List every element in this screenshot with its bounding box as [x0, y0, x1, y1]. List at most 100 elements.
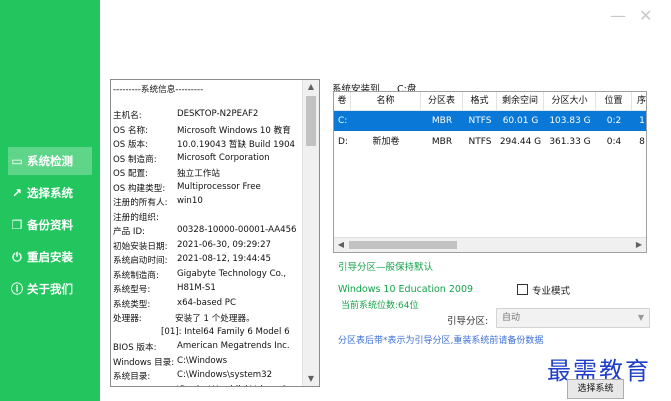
- system-info-key: OS 构建类型:: [113, 183, 166, 194]
- partition-cell: 361.33 G: [549, 137, 591, 147]
- partition-cell: C:: [338, 116, 348, 126]
- scroll-up-icon[interactable]: ▲: [303, 80, 319, 94]
- system-info-key: 系统型号:: [113, 285, 151, 295]
- nav-backup-data[interactable]: ❐ 备份资料: [8, 211, 92, 239]
- nav-backup-data-label: 备份资料: [27, 218, 73, 232]
- nav-select-system[interactable]: ↗ 选择系统: [8, 179, 92, 207]
- system-info-key: 系统制造商:: [113, 270, 159, 281]
- system-info-key: 处理器:: [113, 314, 142, 324]
- system-info-key: 系统启动时间:: [113, 256, 168, 266]
- partition-row[interactable]: C: MBR NTFS 60.01 G 103.83 G 0:2 1: [334, 111, 646, 131]
- system-info-scrollbar[interactable]: ▲ ▼: [302, 80, 319, 386]
- scrollbar-thumb[interactable]: [306, 96, 316, 146]
- partition-cell: 0:2: [606, 116, 622, 126]
- chevron-down-icon: ▼: [637, 313, 644, 322]
- system-info-value: 2021-06-30, 09:29:27: [177, 239, 272, 250]
- partition-table-hscrollbar[interactable]: ◀ ▶: [334, 237, 646, 252]
- partition-table[interactable]: ◀ ▶ 卷名称 分区表 格式 剩余空间 分区大小 位置序 C: MBR NTFS 60.01 G 1…: [333, 91, 647, 253]
- partition-cell: MBR: [431, 116, 453, 126]
- boot-partition-select[interactable]: 自动 ▼: [496, 308, 650, 328]
- system-info-value: [01]: Intel64 Family 6 Model 6: [161, 326, 290, 337]
- boot-partition-label: 引导分区:: [447, 316, 489, 327]
- system-info-key: 注册的所有人:: [113, 198, 168, 208]
- select-system-button[interactable]: 选择系统: [567, 379, 624, 399]
- partition-cell: NTFS: [468, 137, 492, 147]
- scroll-right-icon[interactable]: ▶: [632, 238, 646, 252]
- system-info-key: 产品 ID:: [113, 227, 145, 237]
- system-info-key: 系统目录:: [113, 372, 151, 382]
- system-info-value: Microsoft Corporation: [177, 152, 270, 163]
- boot-partition-value: 自动: [502, 313, 521, 323]
- system-info-value: American Megatrends Inc.: [177, 341, 290, 351]
- partition-row[interactable]: D: 新加卷 MBR NTFS 294.44 G 361.33 G 0:4 8: [334, 132, 646, 152]
- info-icon: ⓘ: [10, 282, 23, 296]
- partition-cell: 8: [639, 137, 645, 147]
- partition-note: 分区表后带*表示为引导分区,重装系统前请备份数据: [338, 336, 544, 346]
- os-version-text: Windows 10 Education 2009: [338, 284, 474, 295]
- system-info-value: x64-based PC: [177, 297, 236, 308]
- system-info-key: OS 名称:: [113, 125, 149, 136]
- system-info-key: OS 制造商:: [113, 154, 157, 165]
- column-header[interactable]: 剩余空间: [497, 92, 544, 111]
- system-info-value: Microsoft Windows 10 教育: [177, 125, 291, 136]
- nav-about-us-label: 关于我们: [27, 282, 73, 296]
- partition-cell: NTFS: [468, 116, 492, 126]
- system-info-panel[interactable]: ---------系统信息--------- 主机名: DESKTOP-N2PEA…: [110, 79, 320, 387]
- column-header[interactable]: 位置: [596, 92, 632, 111]
- copy-icon: ❐: [11, 218, 23, 232]
- system-info-key: 初始安装日期:: [113, 241, 168, 252]
- expert-mode-checkbox[interactable]: 专业模式: [517, 283, 570, 297]
- nav-reboot-install[interactable]: ⏻ 重启安装: [8, 243, 92, 271]
- system-info-value: \Device\HarddiskVolume1: [177, 385, 287, 387]
- column-header[interactable]: 名称: [351, 92, 421, 111]
- nav-about-us[interactable]: ⓘ 关于我们: [8, 275, 92, 303]
- os-bits-text: 当前系统位数:64位: [341, 301, 419, 311]
- system-info-key: 主机名:: [113, 111, 142, 121]
- system-info-key: BIOS 版本:: [113, 343, 157, 353]
- system-info-value: C:\Windows\system32: [177, 370, 273, 380]
- scroll-down-icon[interactable]: ▼: [303, 372, 319, 386]
- system-info-value: DESKTOP-N2PEAF2: [177, 109, 259, 119]
- column-header[interactable]: 序: [632, 92, 646, 111]
- system-info-value: Gigabyte Technology Co.,: [177, 268, 287, 279]
- partition-cell: D:: [338, 137, 348, 147]
- column-header[interactable]: 卷: [334, 92, 351, 111]
- partition-cell: 0:4: [606, 137, 622, 147]
- hscrollbar-thumb[interactable]: [349, 241, 457, 249]
- column-header[interactable]: 分区表: [421, 92, 463, 111]
- select-arrow-icon: ↗: [11, 186, 23, 200]
- checkbox-box[interactable]: [517, 284, 528, 295]
- system-info-key: 系统类型:: [113, 299, 151, 310]
- system-info-key: 注册的组织:: [113, 212, 159, 223]
- system-info-key: 启动设备:: [113, 385, 150, 387]
- system-info-key: OS 配置:: [113, 169, 149, 179]
- close-icon[interactable]: ✕: [639, 6, 652, 25]
- partition-cell: 103.83 G: [549, 116, 591, 126]
- system-info-value: C:\Windows: [177, 355, 228, 366]
- system-info-value: 10.0.19043 暂缺 Build 1904: [177, 140, 296, 150]
- system-info-value: H81M-S1: [177, 283, 216, 293]
- monitor-icon: ▭: [11, 154, 23, 168]
- partition-cell: MBR: [431, 137, 453, 147]
- nav-system-check[interactable]: ▭ 系统检测: [8, 147, 92, 175]
- partition-cell: 新加卷: [372, 137, 400, 147]
- system-info-key: OS 版本:: [113, 140, 149, 150]
- system-info-list: ---------系统信息--------- 主机名: DESKTOP-N2PEA…: [111, 80, 301, 386]
- system-info-value: 2021-08-12, 19:44:45: [177, 254, 272, 264]
- system-info-key: Windows 目录:: [113, 357, 175, 368]
- system-info-value: 独立工作站: [177, 169, 220, 179]
- scroll-left-icon[interactable]: ◀: [334, 238, 348, 252]
- column-header[interactable]: 分区大小: [544, 92, 596, 111]
- nav-reboot-install-label: 重启安装: [27, 250, 73, 264]
- system-info-value: 安装了 1 个处理器。: [175, 314, 255, 324]
- partition-cell: 294.44 G: [499, 137, 542, 147]
- system-info-value: win10: [177, 196, 203, 206]
- power-icon: ⏻: [12, 250, 22, 264]
- nav-system-check-label: 系统检测: [27, 154, 73, 168]
- nav-select-system-label: 选择系统: [27, 186, 73, 200]
- sidebar: ▭ 系统检测 ↗ 选择系统 ❐ 备份资料 ⏻ 重启安装 ⓘ 关于我们: [0, 0, 100, 401]
- system-info-value: 00328-10000-00001-AA456: [177, 225, 297, 235]
- column-header[interactable]: 格式: [463, 92, 497, 111]
- minimize-button[interactable]: —: [610, 6, 626, 25]
- partition-cell: 60.01 G: [502, 116, 539, 126]
